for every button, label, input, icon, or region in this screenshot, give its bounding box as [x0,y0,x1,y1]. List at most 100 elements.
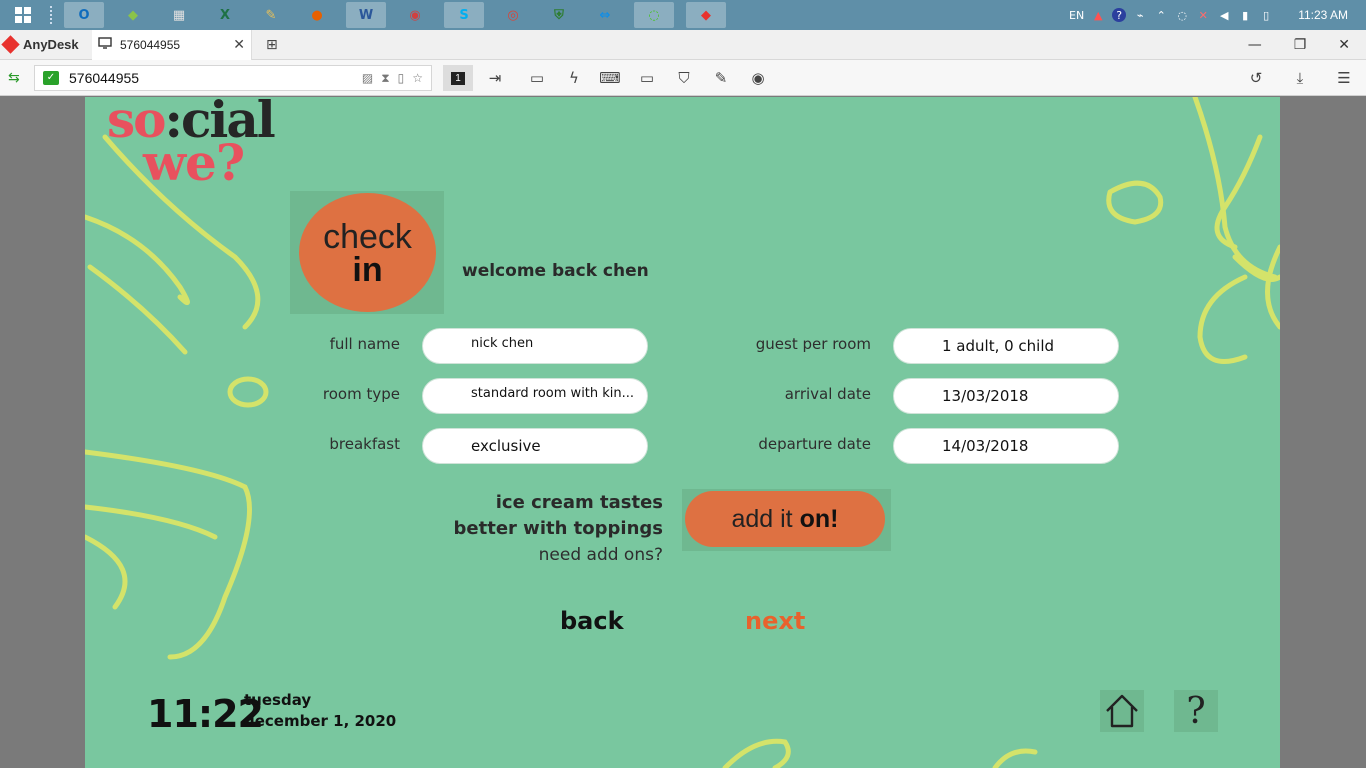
language-indicator[interactable]: EN [1069,9,1084,22]
taskbar-apps: O ◆ ▦ X ✎ ● W ◉ S ◎ ⛨ ⇔ ◌ ◆ [58,2,732,28]
arrival-date-field[interactable]: 13/03/2018 [893,378,1119,414]
add-on-button-frame: add it on! [682,489,891,551]
addon-prompt: ice cream tastes better with toppings ne… [415,490,663,568]
acrobat-icon[interactable]: ▲ [1091,8,1105,22]
check-in-circle: check in [299,193,436,312]
social-we-logo[interactable]: so:cial we? [107,97,276,187]
switch-side-icon[interactable]: ⇥ [484,68,506,88]
anydesk-brand-label: AnyDesk [23,37,79,52]
word-icon[interactable]: W [346,2,386,28]
check-in-badge: check in [290,191,444,314]
room-type-label: room type [322,385,400,403]
monitor-select-button[interactable]: 1 [443,65,473,91]
close-tab-icon[interactable]: ✕ [233,36,245,53]
departure-date-label: departure date [758,435,871,453]
addon-line2: better with toppings [453,518,663,539]
record-icon[interactable]: ◉ [747,68,769,88]
check-in-line1: check [323,218,412,257]
battery-icon[interactable]: ▯ [1259,8,1273,22]
brush-icon[interactable]: ✎ [254,2,288,28]
cylinder-icon[interactable]: ▯ [398,71,405,86]
actions-lightning-icon[interactable]: ϟ [563,68,585,88]
home-button[interactable] [1100,690,1144,732]
image-quality-icon[interactable]: ▨ [362,71,373,86]
session-tab[interactable]: 576044955 ✕ [92,29,252,60]
download-icon[interactable]: ⤓ [1289,68,1311,88]
add-it-on-button[interactable]: add it on! [685,491,885,547]
help-button[interactable]: ? [1174,690,1218,732]
anydesk-tab-bar: AnyDesk 576044955 ✕ ⊞ — ❐ ✕ [0,29,1366,60]
minimize-icon[interactable]: — [1248,37,1262,53]
windows-taskbar: O ◆ ▦ X ✎ ● W ◉ S ◎ ⛨ ⇔ ◌ ◆ EN ▲ ? ⌁ ⌃ ◌ ✕ ◀ ▮ ▯ 11:2… [0,0,1366,30]
keyboard-icon[interactable]: ⌨ [599,68,621,88]
chrome-icon[interactable]: ◎ [496,2,530,28]
windows-start-icon[interactable] [6,2,40,28]
chat-icon[interactable]: ▭ [526,68,548,88]
system-tray: EN ▲ ? ⌁ ⌃ ◌ ✕ ◀ ▮ ▯ 11:23 AM [1069,0,1366,30]
teamviewer-icon[interactable]: ⇔ [588,2,622,28]
outlook-icon[interactable]: O [64,2,104,28]
anydesk-diamond-icon [1,35,20,54]
monitor-icon [98,37,112,52]
guest-per-room-field[interactable]: 1 adult, 0 child [893,328,1119,364]
clock-date: december 1, 2020 [244,712,397,730]
departure-date-field[interactable]: 14/03/2018 [893,428,1119,464]
network-error-icon[interactable]: ✕ [1196,8,1210,22]
whiteboard-pen-icon[interactable]: ✎ [710,68,732,88]
usb-icon[interactable]: ⌁ [1133,8,1147,22]
help-icon[interactable]: ? [1112,8,1127,22]
volume-icon[interactable]: ◀ [1217,8,1231,22]
taskbar-clock[interactable]: 11:23 AM [1298,8,1348,22]
anydesk-logo[interactable]: AnyDesk [0,35,92,54]
address-icons: ▨ ⧗ ▯ ☆ [362,71,431,86]
chevron-up-icon[interactable]: ⌃ [1154,8,1168,22]
anydesk-icon[interactable]: ◆ [686,2,726,28]
next-button[interactable]: next [745,607,805,635]
excel-icon[interactable]: X [208,2,242,28]
question-mark-icon: ? [1186,690,1206,732]
display-icon[interactable]: ▭ [636,68,658,88]
new-tab-icon[interactable]: ⊞ [266,37,278,53]
full-name-label: full name [329,335,400,353]
hourglass-icon[interactable]: ⧗ [381,71,389,86]
anydesk-toolbar: ⇆ ✓ 576044955 ▨ ⧗ ▯ ☆ 1 ⇥ ▭ ϟ ⌨ ▭ ⛉ ✎ ◉ … [0,60,1366,96]
guest-per-room-label: guest per room [755,335,871,353]
calculator-icon[interactable]: ▦ [162,2,196,28]
addon-line1: ice cream tastes [495,492,663,513]
wifi-signal-icon[interactable]: ▮ [1238,8,1252,22]
history-icon[interactable]: ↺ [1245,68,1267,88]
security-shield-icon[interactable]: ⛨ [542,2,576,28]
check-in-line2: in [352,251,383,290]
permissions-shield-icon[interactable]: ⛉ [673,68,695,88]
addon-line3: need add ons? [538,545,663,565]
firefox-icon[interactable]: ● [300,2,334,28]
connected-check-icon: ✓ [43,71,59,85]
wechat-icon[interactable]: ◌ [634,2,674,28]
taskbar-grip[interactable] [50,6,54,24]
app-green-icon[interactable]: ◆ [116,2,150,28]
breakfast-label: breakfast [329,435,400,453]
restore-icon[interactable]: ❐ [1294,37,1307,53]
remote-screen[interactable]: so:cial we? check in welcome back chen f… [85,97,1280,768]
window-controls: — ❐ ✕ [1248,30,1356,60]
connection-status-icon[interactable]: ⇆ [8,70,20,86]
arrival-date-label: arrival date [784,385,871,403]
address-bar[interactable]: ✓ 576044955 ▨ ⧗ ▯ ☆ [34,65,432,91]
session-tab-label: 576044955 [120,37,181,52]
favorite-star-icon[interactable]: ☆ [412,71,423,86]
close-window-icon[interactable]: ✕ [1338,37,1350,53]
clock-day: tuesday [244,691,312,709]
monitor-number-badge: 1 [451,71,465,85]
address-input[interactable]: 576044955 [69,70,139,86]
welcome-message: welcome back chen [462,261,649,281]
breakfast-field[interactable]: exclusive [422,428,648,464]
wechat-tray-icon[interactable]: ◌ [1175,8,1189,22]
home-icon [1106,694,1138,728]
full-name-field[interactable]: nick chen [422,328,648,364]
paint-icon[interactable]: ◉ [398,2,432,28]
room-type-field[interactable]: standard room with kin... [422,378,648,414]
menu-icon[interactable]: ☰ [1333,68,1355,88]
add-it-on-emphasis: on! [799,504,839,533]
back-button[interactable]: back [560,607,624,635]
skype-icon[interactable]: S [444,2,484,28]
